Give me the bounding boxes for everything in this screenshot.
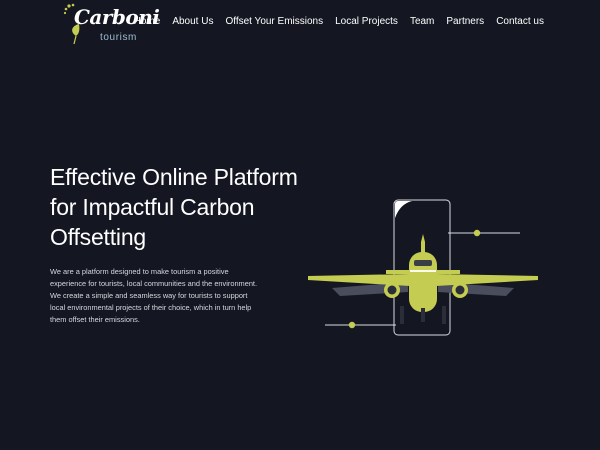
connector-dot-left (348, 321, 356, 329)
phone-corner-fill (395, 201, 412, 218)
nav-item-local-projects[interactable]: Local Projects (335, 16, 398, 28)
airplane-phone-illustration (308, 199, 538, 336)
nav-item-about-us[interactable]: About Us (172, 16, 213, 28)
right-gear (442, 306, 446, 324)
nav-item-home[interactable]: Home (134, 16, 161, 28)
brand-tagline: tourism (100, 32, 137, 43)
nav-item-team[interactable]: Team (410, 16, 434, 28)
nav-item-offset-emissions[interactable]: Offset Your Emissions (225, 16, 323, 28)
nav-item-contact-us[interactable]: Contact us (496, 16, 544, 28)
hero-title: Effective Online Platform for Impactful … (50, 164, 298, 250)
cockpit-window (414, 260, 432, 266)
left-stabilizer (386, 270, 410, 274)
nav-item-partners[interactable]: Partners (446, 16, 484, 28)
right-wing (436, 274, 538, 286)
connector-dot-right (473, 229, 481, 237)
right-stabilizer (436, 270, 460, 274)
main-nav: Home About Us Offset Your Emissions Loca… (134, 16, 544, 28)
left-gear (400, 306, 404, 324)
hero-description: We are a platform designed to make touri… (50, 267, 258, 324)
nose-gear (421, 308, 425, 322)
